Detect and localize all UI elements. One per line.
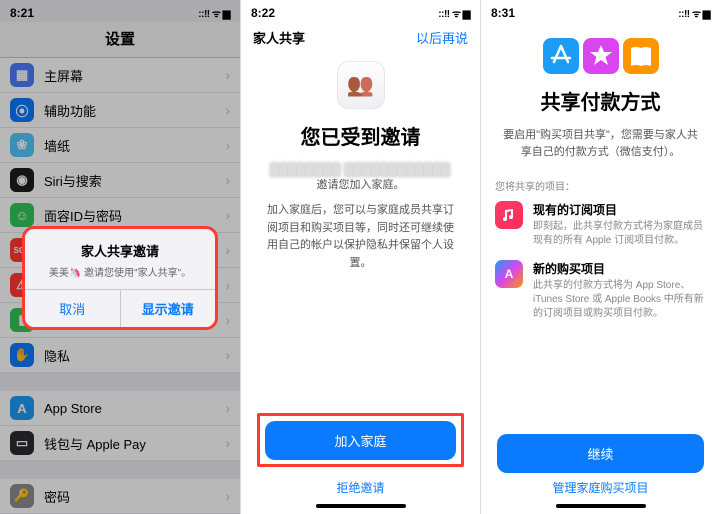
- phone-invite: 8:22 ::!! ᯤ ▆ 家人共享 以后再说 👥 您已受到邀请 ███████…: [240, 0, 480, 514]
- existing-subscriptions-item: 现有的订阅项目 即刻起，此共享付款方式将为家庭成员现有的所有 Apple 订阅项…: [481, 197, 720, 256]
- invite-title: 您已受到邀请: [265, 121, 456, 150]
- item-desc: 即刻起，此共享付款方式将为家庭成员现有的所有 Apple 订阅项目付款。: [533, 220, 706, 248]
- appstore-icon: [541, 36, 581, 76]
- later-button[interactable]: 以后再说: [416, 28, 468, 47]
- alert-confirm-button[interactable]: 显示邀请: [120, 290, 216, 327]
- family-invite-alert: 家人共享邀请 美美🦄 邀请您使用"家人共享"。 取消 显示邀请: [22, 226, 218, 330]
- stores-combo-icon: A: [495, 260, 523, 288]
- item-desc: 此共享的付款方式将为 App Store、iTunes Store 或 Appl…: [533, 279, 706, 321]
- item-title: 新的购买项目: [533, 260, 706, 277]
- music-icon: [495, 201, 523, 229]
- inviter-line: ████████ ████████████ 邀请您加入家庭。: [265, 164, 456, 192]
- nav-title: 家人共享: [253, 28, 305, 47]
- status-indicators: ::!! ᯤ ▆: [438, 6, 470, 20]
- books-icon: [621, 36, 661, 76]
- payment-title: 共享付款方式: [503, 86, 698, 115]
- alert-message: 美美🦄 邀请您使用"家人共享"。: [39, 264, 201, 279]
- alert-title: 家人共享邀请: [39, 241, 201, 260]
- status-indicators: ::!! ᯤ ▆: [678, 6, 710, 20]
- family-icon: 👥: [337, 61, 385, 109]
- nav-bar: 家人共享 以后再说: [241, 22, 480, 55]
- item-title: 现有的订阅项目: [533, 201, 706, 218]
- phone-settings: 8:21 ::!! ᯤ ▆ 设置 ▦主屏幕›⦿辅助功能›❀墙纸›◉Siri与搜索…: [0, 0, 240, 514]
- highlight-box: 加入家庭: [257, 413, 464, 467]
- status-time: 8:22: [251, 6, 275, 20]
- alert-cancel-button[interactable]: 取消: [25, 290, 120, 327]
- share-section-label: 您将共享的项目：: [481, 160, 720, 197]
- decline-invite-button[interactable]: 拒绝邀请: [257, 473, 464, 498]
- join-family-button[interactable]: 加入家庭: [265, 421, 456, 460]
- status-bar: 8:31 ::!! ᯤ ▆: [481, 0, 720, 22]
- home-indicator[interactable]: [556, 504, 646, 508]
- phone-payment: 8:31 ::!! ᯤ ▆ 共享付款方式 要启用"购买项目共享"，您需要与家人共…: [480, 0, 720, 514]
- payment-body: 要启用"购买项目共享"，您需要与家人共享自己的付款方式（微信支付）。: [503, 127, 698, 160]
- invite-body: 加入家庭后，您可以与家庭成员共享订阅项目和购买项目等，同时还可继续使用自己的帐户…: [265, 202, 456, 272]
- new-purchases-item: A 新的购买项目 此共享的付款方式将为 App Store、iTunes Sto…: [481, 256, 720, 329]
- store-icons: [503, 36, 698, 76]
- status-bar: 8:22 ::!! ᯤ ▆: [241, 0, 480, 22]
- itunes-icon: [581, 36, 621, 76]
- manage-purchases-button[interactable]: 管理家庭购买项目: [497, 473, 704, 498]
- continue-button[interactable]: 继续: [497, 434, 704, 473]
- status-time: 8:31: [491, 6, 515, 20]
- home-indicator[interactable]: [316, 504, 406, 508]
